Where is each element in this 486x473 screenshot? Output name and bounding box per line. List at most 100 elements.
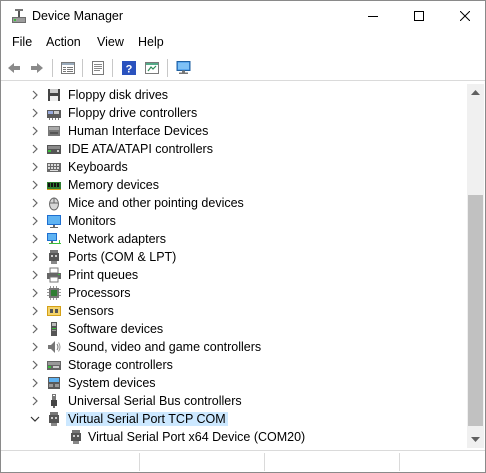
vertical-scrollbar[interactable] bbox=[467, 84, 484, 448]
tree-category-label: Human Interface Devices bbox=[68, 124, 209, 138]
chevron-right-icon[interactable] bbox=[29, 215, 41, 227]
tree-category-row[interactable]: Floppy drive controllers bbox=[5, 104, 467, 122]
chevron-right-icon[interactable] bbox=[29, 287, 41, 299]
chevron-right-icon[interactable] bbox=[29, 305, 41, 317]
help-button[interactable]: ? bbox=[118, 57, 140, 79]
chevron-right-icon[interactable] bbox=[29, 89, 41, 101]
chevron-right-icon[interactable] bbox=[29, 341, 41, 353]
device-manager-window: Device Manager File Action View Help ? F… bbox=[0, 0, 486, 473]
forward-button[interactable] bbox=[26, 57, 48, 79]
scrollbar-thumb[interactable] bbox=[468, 195, 483, 426]
ide-icon bbox=[46, 141, 62, 157]
tree-category-label: Floppy disk drives bbox=[68, 88, 169, 102]
chevron-down-icon[interactable] bbox=[29, 413, 41, 425]
minimize-icon bbox=[368, 16, 378, 17]
maximize-icon bbox=[414, 11, 424, 21]
chevron-right-icon[interactable] bbox=[29, 233, 41, 245]
tree-category-label: Software devices bbox=[68, 322, 164, 336]
tree-category-label: System devices bbox=[68, 376, 156, 390]
tree-category-row[interactable]: Monitors bbox=[5, 212, 467, 230]
show-hidden-button[interactable] bbox=[141, 57, 163, 79]
tree-category-row[interactable]: Human Interface Devices bbox=[5, 122, 467, 140]
chevron-right-icon[interactable] bbox=[29, 359, 41, 371]
status-separator bbox=[399, 453, 400, 471]
tree-category-row[interactable]: Sensors bbox=[5, 302, 467, 320]
network-icon bbox=[46, 231, 62, 247]
minimize-button[interactable] bbox=[350, 1, 396, 31]
toolbar-separator bbox=[52, 59, 53, 77]
tree-category-row[interactable]: Processors bbox=[5, 284, 467, 302]
sensor-icon bbox=[46, 303, 62, 319]
tree-category-row[interactable]: Print queues bbox=[5, 266, 467, 284]
chevron-right-icon[interactable] bbox=[29, 143, 41, 155]
scan-hardware-button[interactable] bbox=[173, 57, 195, 79]
speaker-icon bbox=[46, 339, 62, 355]
tree-category-label: Universal Serial Bus controllers bbox=[68, 394, 242, 408]
serial-port-icon bbox=[46, 411, 62, 427]
status-separator bbox=[264, 453, 265, 471]
chevron-right-icon[interactable] bbox=[29, 197, 41, 209]
tree-category-row[interactable]: Software devices bbox=[5, 320, 467, 338]
storage-icon bbox=[46, 357, 62, 373]
close-button[interactable] bbox=[442, 1, 486, 31]
tree-category-row[interactable]: Network adapters bbox=[5, 230, 467, 248]
tree-category-row[interactable]: Ports (COM & LPT) bbox=[5, 248, 467, 266]
help-icon: ? bbox=[122, 61, 136, 76]
chevron-right-icon[interactable] bbox=[29, 161, 41, 173]
tree-category-label: Storage controllers bbox=[68, 358, 173, 372]
menu-help[interactable]: Help bbox=[138, 35, 164, 49]
tree-category-row[interactable]: Universal Serial Bus controllers bbox=[5, 392, 467, 410]
device-tree[interactable]: Floppy disk drives Floppy drive controlle… bbox=[5, 84, 467, 448]
tree-category-label: Ports (COM & LPT) bbox=[68, 250, 177, 264]
chevron-right-icon[interactable] bbox=[29, 179, 41, 191]
maximize-button[interactable] bbox=[396, 1, 442, 31]
update-driver-icon bbox=[92, 61, 104, 75]
properties-button[interactable] bbox=[57, 57, 79, 79]
chevron-right-icon[interactable] bbox=[29, 323, 41, 335]
keyboard-icon bbox=[46, 159, 62, 175]
update-driver-button[interactable] bbox=[87, 57, 109, 79]
title-bar[interactable]: Device Manager bbox=[1, 1, 485, 31]
software-device-icon bbox=[46, 321, 62, 337]
chevron-right-icon[interactable] bbox=[29, 125, 41, 137]
tree-device-row[interactable]: Virtual Serial Port x64 Device (COM20) bbox=[5, 428, 467, 446]
processor-icon bbox=[46, 285, 62, 301]
tree-category-label: Floppy drive controllers bbox=[68, 106, 198, 120]
chevron-right-icon[interactable] bbox=[29, 395, 41, 407]
tree-category-row[interactable]: Storage controllers bbox=[5, 356, 467, 374]
menu-view[interactable]: View bbox=[97, 35, 124, 49]
menu-action[interactable]: Action bbox=[46, 35, 81, 49]
tree-category-row[interactable]: Floppy disk drives bbox=[5, 86, 467, 104]
tree-category-row[interactable]: Keyboards bbox=[5, 158, 467, 176]
tree-category-row[interactable]: Memory devices bbox=[5, 176, 467, 194]
chevron-right-icon[interactable] bbox=[29, 251, 41, 263]
toolbar-separator bbox=[112, 59, 113, 77]
tree-category-row[interactable]: IDE ATA/ATAPI controllers bbox=[5, 140, 467, 158]
scroll-down-button[interactable] bbox=[467, 431, 484, 448]
menu-file[interactable]: File bbox=[12, 35, 32, 49]
scroll-up-icon bbox=[471, 90, 480, 95]
svg-text:?: ? bbox=[126, 64, 133, 76]
chevron-right-icon[interactable] bbox=[29, 107, 41, 119]
tree-device-label: Virtual Serial Port x64 Device (COM20) bbox=[88, 430, 306, 444]
tree-category-label: Virtual Serial Port TCP COM bbox=[66, 412, 228, 426]
scroll-up-button[interactable] bbox=[467, 84, 484, 101]
toolbar-separator bbox=[82, 59, 83, 77]
tree-category-label: Monitors bbox=[68, 214, 116, 228]
back-icon bbox=[8, 63, 20, 73]
show-hidden-icon bbox=[145, 62, 159, 74]
properties-icon bbox=[61, 62, 75, 74]
tree-category-label: Print queues bbox=[68, 268, 139, 282]
tree-category-row[interactable]: System devices bbox=[5, 374, 467, 392]
close-icon bbox=[460, 11, 470, 21]
forward-icon bbox=[31, 63, 43, 73]
chevron-right-icon[interactable] bbox=[29, 377, 41, 389]
tree-category-row[interactable]: Virtual Serial Port TCP COM bbox=[5, 410, 467, 428]
hid-icon bbox=[46, 123, 62, 139]
chevron-right-icon[interactable] bbox=[29, 269, 41, 281]
tree-category-label: Network adapters bbox=[68, 232, 166, 246]
back-button[interactable] bbox=[3, 57, 25, 79]
toolbar: ? bbox=[1, 55, 485, 81]
tree-category-row[interactable]: Sound, video and game controllers bbox=[5, 338, 467, 356]
tree-category-row[interactable]: Mice and other pointing devices bbox=[5, 194, 467, 212]
